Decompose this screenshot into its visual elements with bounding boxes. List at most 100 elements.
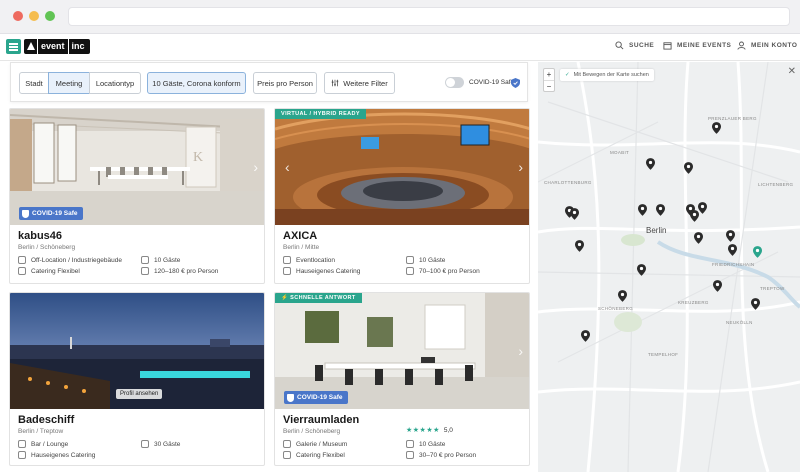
close-map-icon[interactable]: ✕ — [788, 66, 796, 77]
venue-type: Eventlocation — [283, 256, 335, 264]
hamburger-menu-button[interactable] — [6, 39, 21, 54]
more-filters-button[interactable]: Weitere Filter — [324, 72, 395, 94]
venue-title[interactable]: Badeschiff — [18, 414, 74, 426]
map-pin-icon[interactable] — [637, 264, 646, 276]
map-pin-icon[interactable] — [713, 280, 722, 292]
logo-word-inc: inc — [71, 41, 85, 51]
rating-stars-icon: ★★★★★ — [406, 427, 440, 434]
nav-my-account-label: MEIN KONTO — [751, 42, 798, 49]
search-on-move-label: Mit Bewegen der Karte suchen — [573, 72, 649, 78]
building-icon — [283, 256, 291, 264]
filter-meeting-button[interactable]: Meeting — [48, 72, 90, 94]
venue-card[interactable]: Profil ansehen Badeschiff Berlin / Trept… — [9, 292, 265, 466]
venue-catering-label: Hauseigenes Catering — [296, 267, 361, 275]
map-pin-icon[interactable] — [646, 158, 655, 170]
venue-type: Bar / Lounge — [18, 440, 68, 448]
venue-photo[interactable]: K › COVID-19 Safe — [10, 109, 264, 225]
venue-guests: 30 Gäste — [141, 440, 180, 448]
nav-my-events[interactable]: MEINE EVENTS — [663, 41, 731, 50]
venue-title[interactable]: AXICA — [283, 230, 317, 242]
money-icon — [406, 451, 414, 459]
covid-safe-toggle-label: COVID-19 Safe — [469, 79, 515, 86]
zoom-out-button[interactable]: − — [544, 81, 554, 92]
app-header: event inc SUCHE MEINE EVENTS MEIN KONTO — [0, 34, 800, 61]
logo-mark-icon — [24, 39, 38, 54]
venue-guests-label: 10 Gäste — [419, 440, 446, 448]
user-icon — [737, 41, 746, 50]
map-district-label: TEMPELHOF — [648, 352, 679, 357]
next-photo-arrow-icon[interactable]: › — [518, 343, 523, 359]
venue-photo[interactable]: ⚡ SCHNELLE ANTWORT › COVID-19 Safe — [275, 293, 529, 409]
map-panel[interactable]: + − ✓ Mit Bewegen der Karte suchen ✕ CHA… — [538, 62, 800, 472]
covid-safe-toggle[interactable] — [445, 77, 464, 88]
nav-my-account[interactable]: MEIN KONTO — [737, 41, 797, 50]
venue-catering-label: Catering Flexibel — [31, 267, 80, 275]
venue-card[interactable]: VIRTUAL / HYBRID READY ‹ › AXICA Berlin … — [274, 108, 530, 284]
catering-icon — [18, 451, 26, 459]
map-pin-icon[interactable] — [694, 232, 703, 244]
next-photo-arrow-icon[interactable]: › — [253, 159, 258, 175]
map-pin-icon[interactable] — [684, 162, 693, 174]
search-icon — [615, 41, 624, 50]
map-pin-icon[interactable] — [698, 202, 707, 214]
map-pin-icon[interactable] — [638, 204, 647, 216]
venue-catering-label: Catering Flexibel — [296, 451, 345, 459]
fast-response-badge: ⚡ SCHNELLE ANTWORT — [275, 293, 362, 303]
map-district-label: SCHÖNEBERG — [598, 306, 634, 311]
view-profile-button[interactable]: Profil ansehen — [116, 389, 163, 399]
map-pin-icon[interactable] — [751, 298, 760, 310]
check-icon: ✓ — [565, 72, 570, 78]
next-photo-arrow-icon[interactable]: › — [518, 159, 523, 175]
venue-type-label: Eventlocation — [296, 256, 336, 264]
map-pin-selected-icon[interactable] — [753, 246, 762, 258]
map-pin-icon[interactable] — [656, 204, 665, 216]
venue-type-label: Bar / Lounge — [31, 440, 69, 448]
close-window-dot[interactable] — [13, 11, 23, 21]
catering-icon — [18, 267, 26, 275]
map-pin-icon[interactable] — [618, 290, 627, 302]
maximize-window-dot[interactable] — [45, 11, 55, 21]
venue-price: 120–180 € pro Person — [141, 267, 218, 275]
venue-location: Berlin / Schöneberg — [283, 428, 341, 435]
venue-card[interactable]: K › COVID-19 Safe kabus46 Berlin / Schön… — [9, 108, 265, 284]
venue-type-label: Off-Location / Industriegebäude — [31, 256, 122, 264]
filter-guests-button[interactable]: 10 Gäste, Corona konform — [147, 72, 246, 94]
search-on-move-checkbox[interactable]: ✓ Mit Bewegen der Karte suchen — [560, 69, 654, 81]
filter-stadt-button[interactable]: Stadt — [19, 72, 49, 94]
venue-price-label: 30–70 € pro Person — [419, 451, 477, 459]
venue-price-label: 70–100 € pro Person — [419, 267, 480, 275]
venue-photo[interactable]: Profil ansehen — [10, 293, 264, 409]
minimize-window-dot[interactable] — [29, 11, 39, 21]
venue-guests-label: 30 Gäste — [154, 440, 181, 448]
catering-icon — [283, 451, 291, 459]
venue-card[interactable]: ⚡ SCHNELLE ANTWORT › COVID-19 Safe Vierr… — [274, 292, 530, 466]
map-pin-icon[interactable] — [726, 230, 735, 242]
map-city-label: Berlin — [646, 226, 667, 235]
venue-catering: Hauseigenes Catering — [18, 451, 95, 459]
venue-title[interactable]: Vierraumladen — [283, 414, 359, 426]
building-icon — [283, 440, 291, 448]
address-bar[interactable] — [68, 7, 790, 26]
venue-price: 30–70 € pro Person — [406, 451, 476, 459]
map-pin-icon[interactable] — [728, 244, 737, 256]
map-pin-icon[interactable] — [570, 208, 579, 220]
building-icon — [18, 256, 26, 264]
prev-photo-arrow-icon[interactable]: ‹ — [285, 159, 290, 175]
eventinc-logo[interactable]: event inc — [24, 39, 90, 54]
money-icon — [406, 267, 414, 275]
nav-search[interactable]: SUCHE — [615, 41, 654, 50]
rating-value: 5,0 — [443, 426, 453, 434]
filter-locationtyp-button[interactable]: Locationtyp — [89, 72, 141, 94]
venue-location: Berlin / Mitte — [283, 244, 320, 251]
map-pin-icon[interactable] — [712, 122, 721, 134]
map-zoom-control: + − — [543, 68, 555, 92]
zoom-in-button[interactable]: + — [544, 69, 554, 81]
venue-photo[interactable]: VIRTUAL / HYBRID READY ‹ › — [275, 109, 529, 225]
map-district-label: CHARLOTTENBURG — [544, 180, 592, 185]
map-pin-icon[interactable] — [581, 330, 590, 342]
map-district-label: KREUZBERG — [678, 300, 709, 305]
map-pin-icon[interactable] — [575, 240, 584, 252]
filter-price-button[interactable]: Preis pro Person — [253, 72, 317, 94]
venue-guests-label: 10 Gäste — [154, 256, 181, 264]
venue-title[interactable]: kabus46 — [18, 230, 62, 242]
